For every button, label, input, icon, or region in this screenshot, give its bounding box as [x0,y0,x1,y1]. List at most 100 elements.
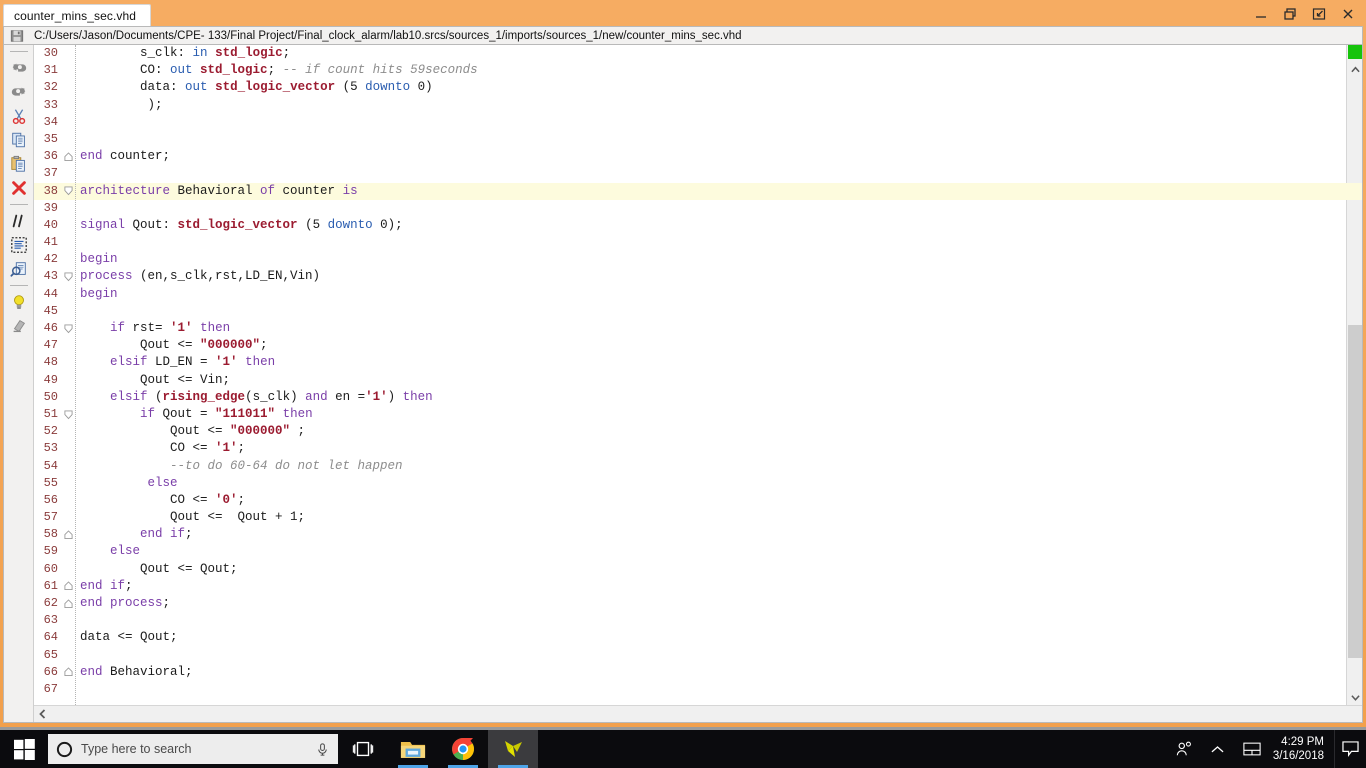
code-token: '1' [365,389,388,404]
scroll-up-arrow[interactable] [1347,61,1362,77]
code-line[interactable] [76,114,1346,131]
fold-close-icon[interactable] [62,664,75,681]
fold-open-icon[interactable] [62,320,75,337]
code-line[interactable]: ); [76,97,1346,114]
code-line[interactable]: Qout <= Vin; [76,372,1346,389]
code-line[interactable]: architecture Behavioral of counter is [76,183,1346,200]
fold-close-icon[interactable] [62,595,75,612]
editor-tab[interactable]: counter_mins_sec.vhd [3,4,152,26]
scroll-left-arrow[interactable] [34,706,50,723]
code-line[interactable]: else [76,475,1346,492]
code-line[interactable] [76,612,1346,629]
redo-icon[interactable] [7,81,31,103]
code-line[interactable]: Qout <= Qout + 1; [76,509,1346,526]
code-line[interactable]: --to do 60-64 do not let happen [76,458,1346,475]
code-line[interactable] [76,647,1346,664]
scroll-down-arrow[interactable] [1347,689,1362,705]
code-token: (5 [297,217,328,232]
code-line[interactable] [76,234,1346,251]
code-token: rst= [125,321,171,335]
code-line[interactable] [76,681,1346,698]
code-line[interactable]: elsif (rising_edge(s_clk) and en ='1') t… [76,389,1346,406]
float-window-button[interactable] [1311,6,1327,22]
code-line[interactable]: elsif LD_EN = '1' then [76,354,1346,371]
file-explorer-button[interactable] [388,730,438,768]
line-number: 47 [43,338,58,353]
comment-icon[interactable] [7,210,31,232]
microphone-icon[interactable] [315,742,330,757]
code-line[interactable]: else [76,543,1346,560]
save-disk-icon[interactable] [6,27,28,44]
code-line[interactable]: s_clk: in std_logic; [76,45,1346,62]
show-hidden-icons-chevron[interactable] [1201,730,1235,768]
code-line[interactable]: data: out std_logic_vector (5 downto 0) [76,79,1346,96]
code-line[interactable] [76,131,1346,148]
code-body[interactable]: 30 31 32 33 34 35 36 37 38 39 40 41 42 43 44 45 46 47 48 49… [34,45,1362,705]
code-token: elsif [110,355,148,370]
code-line[interactable]: CO <= '0'; [76,492,1346,509]
people-icon[interactable] [1167,730,1201,768]
code-line[interactable]: Qout <= "000000"; [76,337,1346,354]
code-fold-column[interactable] [62,45,76,705]
code-token: Qout = [155,406,216,421]
code-line[interactable]: begin [76,251,1346,268]
code-editor[interactable]: 30 31 32 33 34 35 36 37 38 39 40 41 42 43 44 45 46 47 48 49… [34,45,1362,722]
vertical-scrollbar[interactable] [1346,45,1362,705]
code-line[interactable]: begin [76,286,1346,303]
minimize-button[interactable] [1253,6,1269,22]
horizontal-scrollbar[interactable] [34,705,1362,722]
close-button[interactable] [1340,6,1356,22]
code-line[interactable]: if Qout = "111011" then [76,406,1346,423]
task-view-button[interactable] [338,730,388,768]
code-token: process [110,596,163,610]
code-line[interactable]: CO: out std_logic; -- if count hits 59se… [76,62,1346,79]
action-center-icon[interactable] [1334,730,1366,768]
delete-icon[interactable] [7,177,31,199]
vivado-button[interactable] [488,730,538,768]
fold-close-icon[interactable] [62,578,75,595]
eraser-icon[interactable] [7,315,31,337]
code-line[interactable]: end Behavioral; [76,664,1346,681]
restore-button[interactable] [1282,6,1298,22]
find-replace-icon[interactable] [7,258,31,280]
code-line[interactable] [76,200,1346,217]
search-input[interactable]: Type here to search [48,734,338,764]
code-line[interactable] [76,165,1346,182]
lightbulb-icon[interactable] [7,291,31,313]
code-line[interactable]: process (en,s_clk,rst,LD_EN,Vin) [76,268,1346,285]
code-text-area[interactable]: s_clk: in std_logic; CO: out std_logic; … [76,45,1346,705]
fold-open-icon[interactable] [62,183,75,200]
code-line[interactable]: end if; [76,578,1346,595]
code-line[interactable]: end counter; [76,148,1346,165]
block-select-icon[interactable] [7,234,31,256]
code-line[interactable]: Qout <= Qout; [76,561,1346,578]
clock[interactable]: 4:29 PM 3/16/2018 [1269,730,1334,768]
code-line[interactable]: CO <= '1'; [76,440,1346,457]
code-line[interactable]: end if; [76,526,1346,543]
google-chrome-button[interactable] [438,730,488,768]
fold-open-icon[interactable] [62,268,75,285]
fold-close-icon[interactable] [62,526,75,543]
code-token: (5 [335,80,366,95]
code-line[interactable]: data <= Qout; [76,629,1346,646]
touchpad-icon[interactable] [1235,730,1269,768]
code-token: ; [125,578,133,593]
code-line[interactable]: end process; [76,595,1346,612]
code-line[interactable] [76,303,1346,320]
code-line[interactable]: signal Qout: std_logic_vector (5 downto … [76,217,1346,234]
fold-close-icon[interactable] [62,148,75,165]
undo-icon[interactable] [7,57,31,79]
fold-open-icon[interactable] [62,406,75,423]
vertical-scrollbar-thumb[interactable] [1348,324,1362,658]
paste-icon[interactable] [7,153,31,175]
code-line[interactable]: Qout <= "000000" ; [76,423,1346,440]
start-icon[interactable] [0,730,48,768]
cut-icon[interactable] [7,105,31,127]
toolbar-separator [9,285,28,286]
code-token: end if [140,527,186,542]
code-line[interactable]: if rst= '1' then [76,320,1346,337]
copy-icon[interactable] [7,129,31,151]
